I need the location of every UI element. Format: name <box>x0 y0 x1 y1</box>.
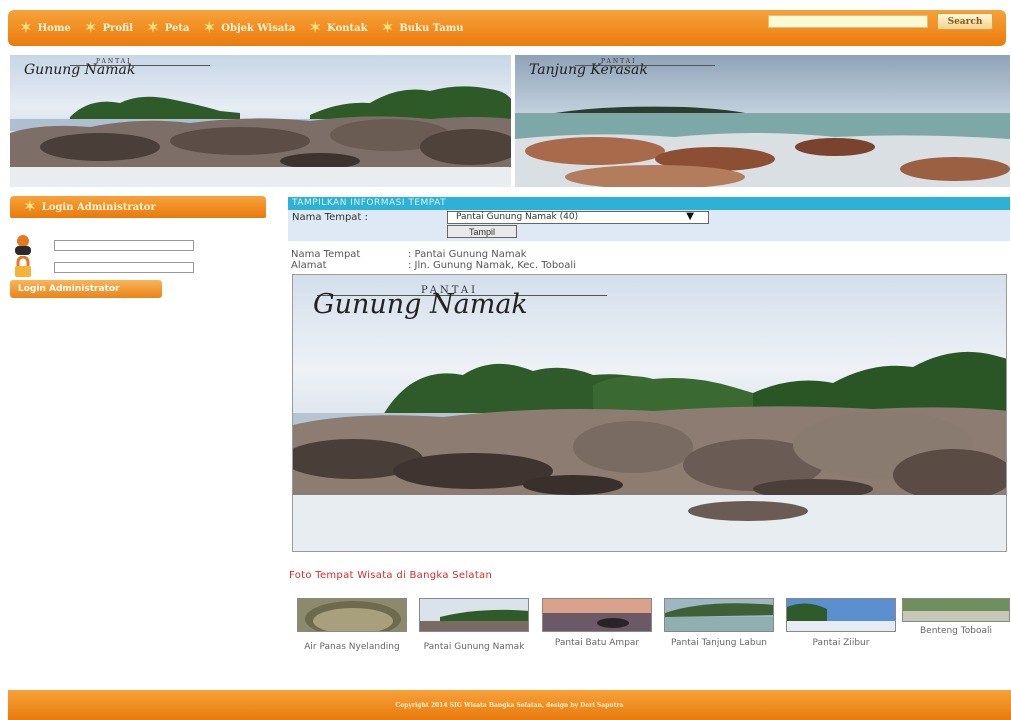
username-input[interactable] <box>54 239 194 251</box>
banner-left-title: Gunung Namak <box>24 62 136 78</box>
nav-kontak[interactable]: ✶ Kontak <box>309 10 367 46</box>
place-select-form: Nama Tempat : Pantai Gunung Namak (40) ▼… <box>288 210 1010 241</box>
copyright-text: Copyright 2014 SIG Wisata Bangka Selatan… <box>395 701 624 709</box>
nav-peta[interactable]: ✶ Peta <box>147 10 189 46</box>
star-icon: ✶ <box>381 20 394 36</box>
login-administrator-button[interactable]: Login Administrator <box>10 280 162 298</box>
star-icon: ✶ <box>203 20 216 36</box>
star-icon: ✶ <box>20 20 32 36</box>
nav-home[interactable]: ✶ Home <box>20 10 71 46</box>
star-icon: ✶ <box>84 20 97 36</box>
place-name-label: Nama Tempat : <box>292 212 368 223</box>
banner-tanjung-kerasak: PANTAI Tanjung Kerasak <box>515 55 1010 187</box>
banner-right-title: Tanjung Kerasak <box>529 62 648 78</box>
search-input[interactable] <box>768 15 928 28</box>
star-icon: ✶ <box>147 20 159 36</box>
info-section-header: TAMPILKAN INFORMASI TEMPAT <box>288 197 1010 210</box>
password-row <box>12 256 194 278</box>
thumbnail-image <box>902 598 1010 622</box>
user-icon <box>15 235 31 255</box>
photo-title: Gunung Namak <box>313 289 528 320</box>
place-select[interactable]: Pantai Gunung Namak (40) ▼ <box>447 211 709 224</box>
password-input[interactable] <box>54 261 194 273</box>
login-panel-header: ✶ Login Administrator <box>10 196 266 218</box>
footer: Copyright 2014 SIG Wisata Bangka Selatan… <box>8 690 1011 720</box>
nav-objek-wisata[interactable]: ✶ Objek Wisata <box>204 10 296 46</box>
gallery-item[interactable]: Pantai Ziibur <box>785 598 897 649</box>
nav-buku-tamu[interactable]: ✶ Buku Tamu <box>382 10 464 46</box>
star-icon: ✶ <box>309 20 322 36</box>
gallery-item[interactable]: Pantai Gunung Namak <box>418 598 530 653</box>
banner-gunung-namak: PANTAI Gunung Namak <box>10 55 511 187</box>
address-detail: Alamat : Jln. Gunung Namak, Kec. Toboali <box>291 260 576 271</box>
thumbnail-image <box>664 598 774 632</box>
show-button[interactable]: Tampil <box>447 225 517 238</box>
gallery-item[interactable]: Pantai Batu Ampar <box>541 598 653 649</box>
username-row <box>12 234 194 256</box>
thumbnail-image <box>297 598 407 632</box>
place-name-detail: Nama Tempat : Pantai Gunung Namak <box>291 249 527 260</box>
star-icon: ✶ <box>24 199 36 215</box>
place-photo: PANTAI Gunung Namak <box>292 274 1007 552</box>
thumbnail-image <box>419 598 529 632</box>
gallery-item[interactable]: Air Panas Nyelanding <box>296 598 408 653</box>
thumbnail-image <box>542 598 652 632</box>
search-button[interactable]: Search <box>937 13 993 30</box>
lock-icon <box>15 256 31 277</box>
thumbnail-image <box>786 598 896 632</box>
nav-profil[interactable]: ✶ Profil <box>85 10 133 46</box>
gallery-item[interactable]: Benteng Toboali <box>901 598 1011 637</box>
gallery-title: Foto Tempat Wisata di Bangka Selatan <box>289 570 493 581</box>
gallery-item[interactable]: Pantai Tanjung Labun <box>663 598 775 649</box>
dropdown-arrow-icon: ▼ <box>686 211 694 222</box>
